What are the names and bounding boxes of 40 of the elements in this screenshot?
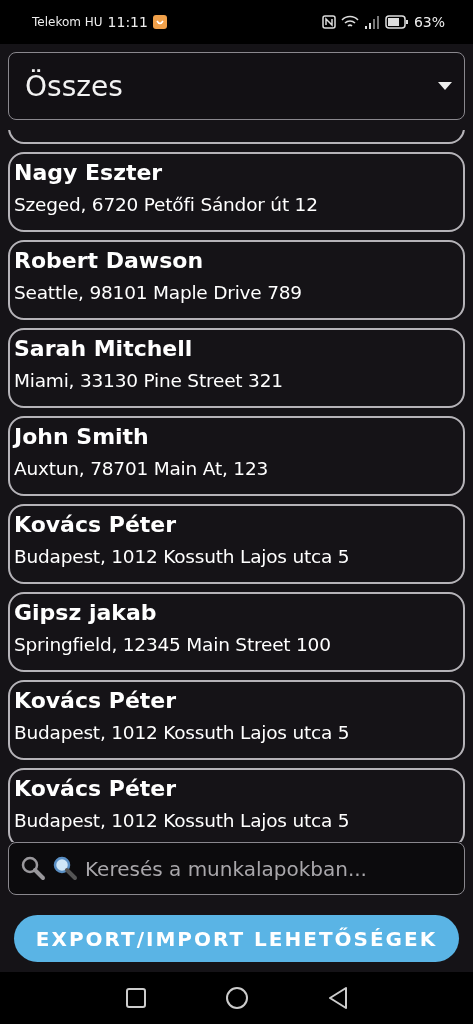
customer-address: Szeged, 6720 Petőfi Sándor út 12 <box>14 193 319 217</box>
customer-address: Seattle, 98101 Maple Drive 789 <box>14 281 303 305</box>
customer-name: Sarah Mitchell <box>14 335 194 363</box>
clock-time: 11:11 <box>107 14 148 30</box>
magnifier-icon <box>52 855 78 881</box>
customer-address: Springfield, 12345 Main Street 100 <box>14 633 332 657</box>
list-card[interactable]: Gipsz jakab Springfield, 12345 Main Street 100 <box>8 592 465 672</box>
customer-address: Budapest, 1012 Kossuth Lajos utca 5 <box>14 545 351 569</box>
battery-icon <box>384 15 409 29</box>
customer-name: Kovács Péter <box>14 511 178 539</box>
list-card[interactable]: John Smith Auxtun, 78701 Main At, 123 <box>8 416 465 496</box>
recents-icon[interactable] <box>125 988 146 1008</box>
home-icon[interactable] <box>225 987 248 1009</box>
list-card[interactable]: Kovács Péter Budapest, 1012 Kossuth Lajos utca 5 <box>8 680 465 760</box>
dropdown-value: Összes <box>25 69 123 103</box>
signal-icon <box>363 15 380 29</box>
search-field[interactable]: Keresés a munkalapokban... <box>8 842 465 895</box>
list-card[interactable]: Kovács Péter Budapest, 1012 Kossuth Lajos utca 5 <box>8 504 465 584</box>
customer-name: Gipsz jakab <box>14 599 158 627</box>
battery-percent: 63% <box>413 14 445 30</box>
filter-dropdown[interactable]: Összes <box>8 52 465 120</box>
list-card[interactable]: Robert Dawson Seattle, 98101 Maple Drive 789 <box>8 240 465 320</box>
customer-address: Budapest, 1012 Kossuth Lajos utca 5 <box>14 721 351 745</box>
customer-name: John Smith <box>14 423 150 451</box>
wifi-icon <box>340 15 359 29</box>
customer-name: Robert Dawson <box>14 247 205 275</box>
app-notification-icon <box>152 15 167 29</box>
back-icon[interactable] <box>327 987 348 1009</box>
nfc-icon <box>321 15 336 29</box>
customer-address: Miami, 33130 Pine Street 321 <box>14 369 284 393</box>
dropdown-caret-icon <box>438 82 452 90</box>
customer-address: Auxtun, 78701 Main At, 123 <box>14 457 270 481</box>
list-card[interactable]: Sarah Mitchell Miami, 33130 Pine Street 321 <box>8 328 465 408</box>
customer-name: Kovács Péter <box>14 775 178 803</box>
customer-name: Nagy Eszter <box>14 159 164 187</box>
customer-name: Kovács Péter <box>14 687 178 715</box>
list-card[interactable]: Nagy Eszter Szeged, 6720 Petőfi Sándor út 12 <box>8 152 465 232</box>
carrier-name: Telekom HU <box>32 15 103 29</box>
search-icon <box>20 855 46 881</box>
customer-address: Budapest, 1012 Kossuth Lajos utca 5 <box>14 809 351 833</box>
